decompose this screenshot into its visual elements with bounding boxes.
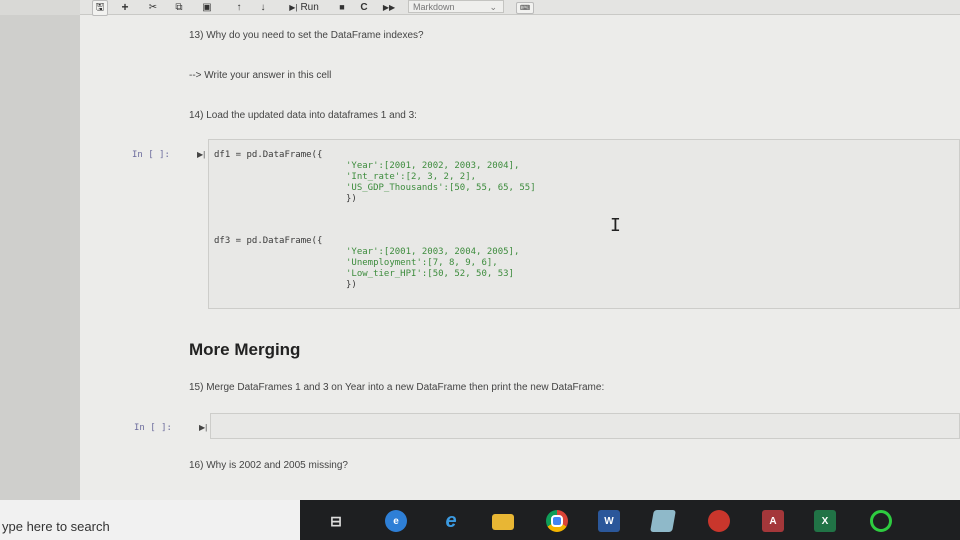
file-explorer-icon[interactable]	[492, 514, 514, 530]
code-line: 'Year':[2001, 2003, 2004, 2005],	[346, 247, 520, 257]
text-cursor-icon: I	[610, 215, 621, 236]
restart-icon[interactable]: C	[358, 0, 370, 14]
question-14: 14) Load the updated data into dataframe…	[189, 110, 417, 121]
code-line: })	[346, 194, 357, 204]
word-letter: W	[604, 515, 614, 527]
code-line: df3 = pd.DataFrame({	[214, 236, 323, 246]
run-cell-icon[interactable]: ▶|	[199, 423, 207, 432]
run-button[interactable]: ▶| Run	[284, 0, 324, 14]
run-label: Run	[300, 1, 319, 13]
photos-icon[interactable]	[650, 510, 676, 532]
app-icon[interactable]	[708, 510, 730, 532]
code-line: 'Low_tier_HPI':[50, 52, 50, 53]	[346, 269, 514, 279]
fast-forward-icon[interactable]: ▶▶	[382, 0, 396, 14]
code-line: df1 = pd.DataFrame({	[214, 150, 323, 160]
cell-prompt: In [ ]:	[132, 150, 170, 160]
stop-icon[interactable]: ■	[336, 0, 348, 14]
xbox-icon[interactable]	[870, 510, 892, 532]
cell-prompt: In [ ]:	[134, 423, 172, 433]
ie-icon[interactable]: e	[440, 510, 462, 532]
edge-icon[interactable]: e	[385, 510, 407, 532]
section-heading: More Merging	[189, 340, 301, 359]
run-icon: ▶|	[289, 2, 298, 12]
chrome-icon[interactable]	[546, 510, 568, 532]
left-gutter	[0, 15, 80, 500]
code-line: 'Year':[2001, 2002, 2003, 2004],	[346, 161, 520, 171]
access-icon[interactable]: A	[762, 510, 784, 532]
question-13: 13) Why do you need to set the DataFrame…	[189, 30, 424, 41]
run-cell-icon[interactable]: ▶|	[197, 150, 205, 159]
keyboard-icon[interactable]: ⌨	[516, 2, 534, 14]
cell-type-select[interactable]: Markdown ⌄	[408, 0, 504, 13]
chevron-down-icon: ⌄	[489, 2, 497, 12]
excel-icon[interactable]: X	[814, 510, 836, 532]
code-cell-editor[interactable]	[210, 413, 960, 439]
search-placeholder: ype here to search	[2, 519, 110, 534]
code-line: 'US_GDP_Thousands':[50, 55, 65, 55]	[346, 183, 536, 193]
copy-icon[interactable]: ⧉	[172, 0, 186, 14]
plus-icon[interactable]: +	[118, 0, 132, 14]
paste-icon[interactable]: ▣	[200, 0, 214, 14]
question-16: 16) Why is 2002 and 2005 missing?	[189, 460, 348, 471]
word-icon[interactable]: W	[598, 510, 620, 532]
answer-hint: --> Write your answer in this cell	[189, 70, 332, 81]
task-view-icon[interactable]: ⊟	[325, 510, 347, 532]
down-arrow-icon[interactable]: ↓	[256, 0, 270, 14]
cut-icon[interactable]: ✂	[146, 0, 160, 14]
code-line: 'Unemployment':[7, 8, 9, 6],	[346, 258, 498, 268]
excel-letter: X	[821, 515, 829, 527]
question-15: 15) Merge DataFrames 1 and 3 on Year int…	[189, 382, 605, 393]
save-icon[interactable]: 🖫	[92, 0, 108, 16]
cell-type-value: Markdown	[413, 2, 455, 12]
code-line: 'Int_rate':[2, 3, 2, 2],	[346, 172, 477, 182]
up-arrow-icon[interactable]: ↑	[232, 0, 246, 14]
access-letter: A	[769, 515, 777, 527]
code-line: })	[346, 280, 357, 290]
code-cell-editor[interactable]	[208, 139, 960, 309]
